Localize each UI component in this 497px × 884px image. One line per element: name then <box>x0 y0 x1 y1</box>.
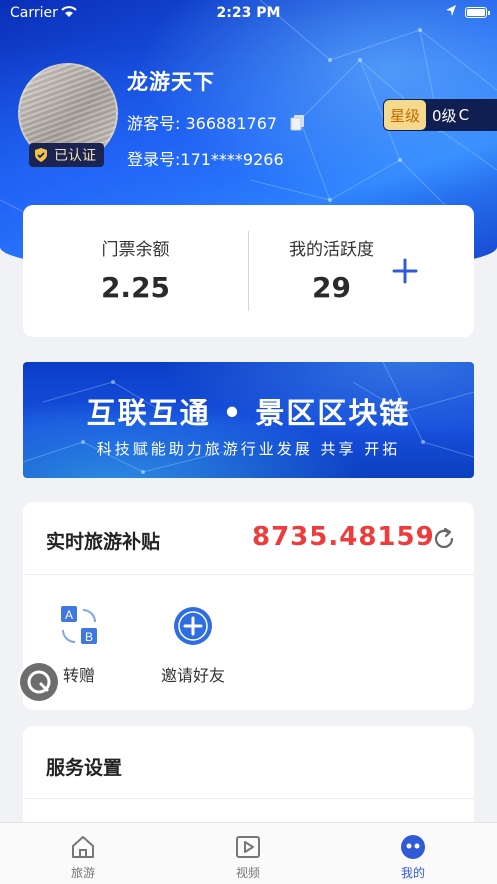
ticket-balance-value: 2.25 <box>100 271 171 304</box>
refresh-icon[interactable] <box>431 526 457 552</box>
level-text: 0级 C <box>432 105 469 126</box>
banner-title: 互联互通 • 景区区块链 <box>86 396 411 430</box>
tab-mine[interactable]: 我的 <box>363 823 463 884</box>
verified-badge: 已认证 <box>29 143 104 167</box>
status-time: 2:23 PM <box>216 5 281 21</box>
ticket-balance[interactable]: 门票余额 2.25 <box>23 205 248 337</box>
status-bar: Carrier 2:23 PM <box>0 0 497 26</box>
verified-label: 已认证 <box>54 148 96 164</box>
tab-travel[interactable]: 旅游 <box>33 823 133 884</box>
activity-value: 29 <box>312 271 351 304</box>
subsidy-value: 8735.48159 <box>252 522 435 552</box>
blockchain-banner[interactable]: 互联互通 • 景区区块链 科技赋能助力旅游行业发展 共享 开拓 <box>23 362 474 478</box>
transfer-ab-icon: A B <box>61 606 97 644</box>
service-divider <box>23 798 474 799</box>
bottom-tab-bar: 旅游 视频 我的 <box>0 822 497 884</box>
subsidy-label: 实时旅游补贴 <box>46 531 161 553</box>
visitor-id-row: 游客号: 366881767 <box>127 110 307 134</box>
subsidy-header: 实时旅游补贴 8735.48159 <box>23 502 474 575</box>
username: 龙游天下 <box>127 70 215 94</box>
add-activity-plus-icon[interactable] <box>391 257 419 285</box>
ticket-balance-label: 门票余额 <box>101 240 170 260</box>
activity-label: 我的活跃度 <box>289 240 374 260</box>
invite-friends-label: 邀请好友 <box>160 666 225 685</box>
star-tag: 星级 <box>384 100 427 130</box>
visitor-id: 游客号: 366881767 <box>127 114 278 133</box>
invite-plus-icon <box>174 607 212 645</box>
tab-video[interactable]: 视频 <box>198 823 298 884</box>
invite-friends-action[interactable]: 邀请好友 <box>143 602 243 686</box>
activity-score[interactable]: 我的活跃度 29 <box>249 205 414 337</box>
tab-mine-label: 我的 <box>400 866 425 880</box>
profile-face-icon <box>401 835 425 859</box>
service-settings-label: 服务设置 <box>46 757 123 779</box>
level-refresh-icon: C <box>458 106 470 124</box>
battery-icon <box>465 7 490 18</box>
stats-card: 门票余额 2.25 我的活跃度 29 <box>23 205 474 337</box>
q-assistant-icon <box>27 670 51 694</box>
video-icon <box>236 836 260 858</box>
level-value: 0级 <box>432 106 457 125</box>
banner-subtitle: 科技赋能助力旅游行业发展 共享 开拓 <box>96 440 401 458</box>
svg-text:A: A <box>65 608 73 622</box>
svg-text:B: B <box>85 630 93 644</box>
subsidy-card: 实时旅游补贴 8735.48159 A B 转赠 邀请好友 <box>23 502 474 710</box>
tab-video-label: 视频 <box>235 866 260 880</box>
login-number: 登录号:171****9266 <box>127 150 284 169</box>
star-level-badge[interactable]: 星级 0级 C <box>383 99 497 131</box>
verified-shield-icon <box>35 148 47 162</box>
tab-travel-label: 旅游 <box>70 866 95 880</box>
copy-icon[interactable] <box>289 113 307 131</box>
location-arrow-icon <box>446 5 456 16</box>
home-icon <box>72 836 94 858</box>
floating-assistant-button[interactable] <box>20 663 58 701</box>
